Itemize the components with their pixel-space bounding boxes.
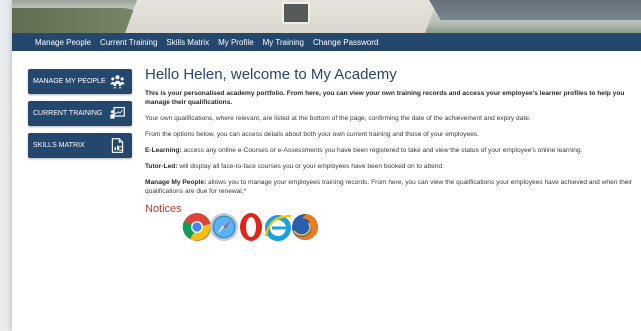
training-board-icon	[110, 106, 125, 119]
nav-manage-people[interactable]: Manage People	[35, 38, 91, 47]
chrome-icon	[182, 213, 211, 241]
manage-my-people-button[interactable]: MANAGE MY PEOPLE	[28, 69, 132, 94]
tutor-led-label: Tutor-Led:	[145, 163, 178, 170]
nav-skills-matrix[interactable]: Skills Matrix	[166, 38, 209, 47]
options-text: From the options below, you can access d…	[145, 131, 479, 138]
current-training-button[interactable]: CURRENT TRAINING	[28, 101, 132, 126]
manage-my-people-label: Manage My People:	[145, 179, 207, 186]
page: Manage People Current Training Skills Ma…	[12, 0, 641, 331]
elearning-label: E-Learning:	[145, 147, 182, 154]
sidebar-button-label: CURRENT TRAINING	[33, 110, 103, 117]
internet-explorer-icon	[264, 214, 292, 241]
safari-icon	[210, 213, 238, 241]
page-title: Hello Helen, welcome to My Academy	[145, 66, 397, 83]
manage-my-people-text: Manage My People: allows you to manage y…	[145, 179, 633, 195]
intro-text: This is your personalised academy portfo…	[145, 90, 625, 106]
sidebar: MANAGE MY PEOPLE CURRENT TRAINING SKILLS…	[28, 69, 132, 165]
tutor-led-text: Tutor-Led: will display all face-to-face…	[145, 163, 444, 170]
people-icon	[110, 75, 125, 89]
main-content: Hello Helen, welcome to My Academy This …	[145, 66, 637, 215]
supported-browsers	[182, 212, 318, 242]
main-nav: Manage People Current Training Skills Ma…	[12, 33, 641, 51]
sidebar-button-label: SKILLS MATRIX	[33, 142, 85, 149]
header-banner-image	[12, 0, 641, 33]
nav-my-training[interactable]: My Training	[263, 38, 304, 47]
sidebar-button-label: MANAGE MY PEOPLE	[33, 78, 106, 85]
document-chart-icon	[111, 138, 124, 153]
nav-current-training[interactable]: Current Training	[100, 38, 157, 47]
qualifications-text: Your own qualifications, where relevant,…	[145, 115, 531, 122]
nav-my-profile[interactable]: My Profile	[218, 38, 254, 47]
skills-matrix-button[interactable]: SKILLS MATRIX	[28, 133, 132, 158]
elearning-text: E-Learning: access any online e-Courses …	[145, 147, 583, 154]
opera-icon	[240, 213, 262, 241]
nav-change-password[interactable]: Change Password	[313, 38, 378, 47]
firefox-icon	[292, 214, 318, 240]
